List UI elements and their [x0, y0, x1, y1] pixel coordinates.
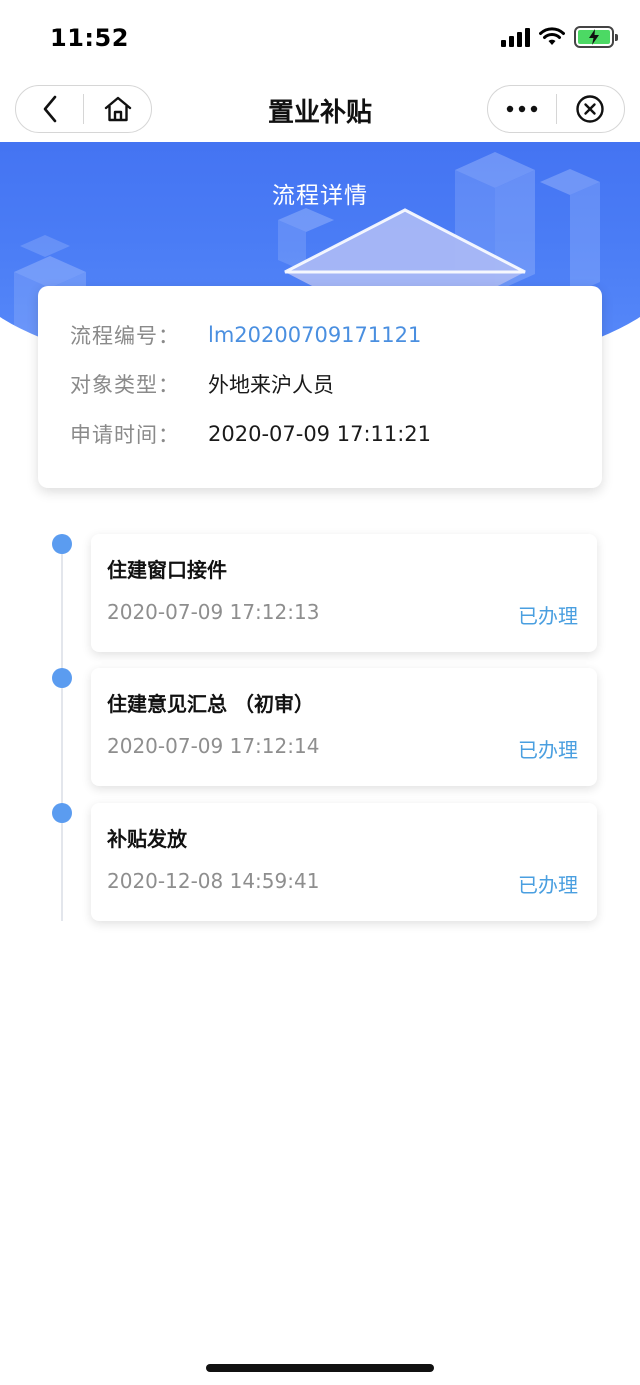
banner-title: 流程详情: [272, 183, 368, 209]
timeline-step-card[interactable]: 住建意见汇总 （初审） 2020-07-09 17:12:14 已办理: [91, 668, 597, 786]
process-number-value[interactable]: lm20200709171121: [208, 323, 421, 347]
status-time: 11:52: [50, 24, 129, 52]
step-time: 2020-07-09 17:12:13: [107, 600, 320, 624]
signal-icon: [501, 27, 530, 47]
timeline-dot: [52, 803, 72, 823]
apply-time-value: 2020-07-09 17:11:21: [208, 422, 432, 446]
timeline-step-card[interactable]: 补贴发放 2020-12-08 14:59:41 已办理: [91, 803, 597, 921]
close-button[interactable]: [557, 86, 625, 132]
info-label: 流程编号：: [70, 324, 180, 348]
nav-bar: 置业补贴: [0, 76, 640, 142]
status-bar: 11:52: [0, 0, 640, 76]
more-button[interactable]: [488, 86, 556, 132]
timeline-dot: [52, 668, 72, 688]
step-status: 已办理: [518, 604, 578, 628]
step-title: 住建窗口接件: [107, 558, 227, 582]
step-time: 2020-12-08 14:59:41: [107, 869, 320, 893]
info-label: 申请时间：: [70, 423, 180, 447]
battery-charging-icon: [574, 26, 618, 48]
timeline-line: [61, 545, 63, 921]
more-dots-icon: [506, 105, 537, 113]
close-circle-icon: [576, 95, 604, 123]
step-time: 2020-07-09 17:12:14: [107, 734, 320, 758]
object-type-value: 外地来沪人员: [208, 373, 334, 397]
info-card: 流程编号： lm20200709171121 对象类型： 外地来沪人员 申请时间…: [38, 286, 602, 488]
step-title: 补贴发放: [107, 827, 187, 851]
home-indicator[interactable]: [206, 1364, 434, 1372]
info-row-apply-time: 申请时间： 2020-07-09 17:11:21: [70, 419, 431, 449]
info-row-object-type: 对象类型： 外地来沪人员: [70, 369, 334, 399]
timeline-step-card[interactable]: 住建窗口接件 2020-07-09 17:12:13 已办理: [91, 534, 597, 652]
info-row-process-number: 流程编号： lm20200709171121: [70, 320, 421, 350]
step-title: 住建意见汇总 （初审）: [107, 692, 314, 716]
status-icons: [501, 26, 618, 48]
step-status: 已办理: [518, 738, 578, 762]
info-label: 对象类型：: [70, 373, 180, 397]
timeline-dot: [52, 534, 72, 554]
wifi-icon: [539, 27, 565, 45]
step-status: 已办理: [518, 873, 578, 897]
nav-capsule-right: [487, 85, 625, 133]
